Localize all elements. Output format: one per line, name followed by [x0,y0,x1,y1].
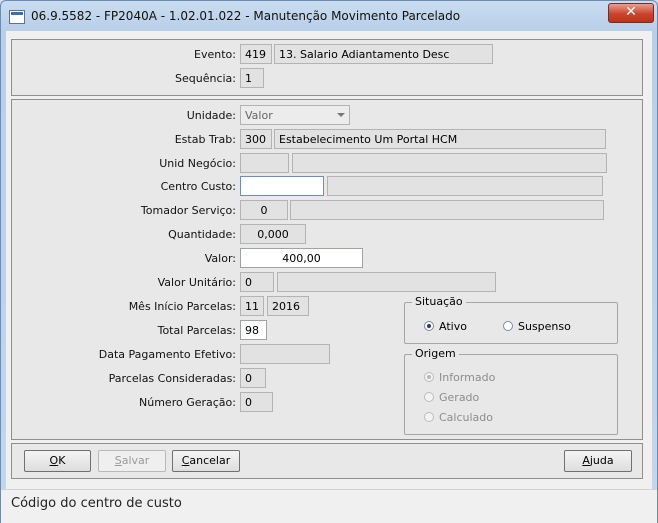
origem-group: Origem Informado Gerado Calculado [404,347,618,435]
radio-suspenso-label: Suspenso [518,320,571,333]
unidade-select[interactable]: Valor [240,105,350,125]
salvar-button-label: alvar [121,454,150,467]
button-bar: OK Salvar Cancelar Ajuda [11,443,643,479]
unidade-label: Unidade: [186,109,236,122]
radio-calculado-indicator [424,412,434,422]
unid-negocio-desc-field [292,153,607,173]
total-parcelas-label: Total Parcelas: [157,324,236,337]
ajuda-button[interactable]: Ajuda [564,450,632,472]
radio-calculado-label: Calculado [439,411,494,424]
status-bar: Código do centro de custo [1,489,657,523]
close-button[interactable]: ✕ [608,3,654,23]
mes-inicio-year-field[interactable]: 2016 [267,296,309,316]
close-icon: ✕ [625,4,637,20]
dialog-window: 06.9.5582 - FP2040A - 1.02.01.022 - Manu… [0,0,658,523]
window-icon [9,10,25,24]
mes-inicio-month-field[interactable]: 11 [240,296,264,316]
cancelar-button-label: ancelar [189,454,231,467]
ok-button[interactable]: OK [24,450,91,472]
evento-desc-field: 13. Salario Adiantamento Desc [274,44,493,64]
ajuda-button-label: juda [589,454,614,467]
radio-ativo-indicator [424,321,434,331]
ajuda-button-accesskey: A [582,454,590,467]
valor-unitario-extra-field [277,272,496,292]
tomador-desc-field [290,200,604,220]
estab-label: Estab Trab: [174,133,236,146]
quantidade-field[interactable]: 0,000 [240,224,306,244]
situacao-group: Situação Ativo Suspenso [404,295,618,344]
parcelas-consideradas-label: Parcelas Consideradas: [108,372,236,385]
valor-unitario-label: Valor Unitário: [157,276,236,289]
data-pagamento-field[interactable] [240,344,330,364]
valor-field[interactable]: 400,00 [240,248,363,268]
status-text: Código do centro de custo [11,496,182,511]
tomador-label: Tomador Serviço: [140,204,236,217]
radio-gerado-indicator [424,392,434,402]
total-parcelas-field[interactable]: 98 [240,320,267,340]
dialog-body: Evento: 419 13. Salario Adiantamento Des… [6,31,652,516]
window-title: 06.9.5582 - FP2040A - 1.02.01.022 - Manu… [31,9,461,23]
cancelar-button[interactable]: Cancelar [172,450,240,472]
estab-code-field[interactable]: 300 [240,129,272,149]
evento-label: Evento: [194,48,236,61]
origem-title: Origem [412,347,459,360]
centro-custo-label: Centro Custo: [160,180,236,193]
parcelas-consideradas-field[interactable]: 0 [240,368,266,388]
title-bar[interactable]: 06.9.5582 - FP2040A - 1.02.01.022 - Manu… [1,1,657,31]
sequencia-label: Sequência: [175,72,236,85]
valor-unitario-field[interactable]: 0 [240,272,274,292]
numero-geracao-field[interactable]: 0 [240,392,273,412]
situacao-title: Situação [412,295,466,308]
ok-button-accesskey: O [49,454,59,467]
radio-suspenso-indicator [503,321,513,331]
valor-label: Valor: [204,252,236,265]
tomador-code-field[interactable]: 0 [240,200,288,220]
ok-button-label: K [58,454,66,467]
radio-informado-label: Informado [439,371,496,384]
sequencia-field[interactable]: 1 [240,68,264,88]
radio-informado-indicator [424,372,434,382]
header-panel: Evento: 419 13. Salario Adiantamento Des… [11,39,643,96]
unid-negocio-label: Unid Negócio: [159,157,236,170]
numero-geracao-label: Número Geração: [139,396,236,409]
salvar-button[interactable]: Salvar [98,450,166,472]
radio-ativo-label: Ativo [439,320,467,333]
centro-custo-code-field[interactable] [240,176,324,196]
salvar-button-accesskey: S [114,454,122,467]
quantidade-label: Quantidade: [168,228,236,241]
centro-custo-desc-field [327,176,603,196]
evento-code-field[interactable]: 419 [240,44,272,64]
unid-negocio-code-field[interactable] [240,153,289,173]
main-form-panel: Unidade: Valor Estab Trab: 300 Estabelec… [11,99,643,440]
radio-gerado-label: Gerado [439,391,480,404]
data-pagamento-label: Data Pagamento Efetivo: [98,348,236,361]
chevron-down-icon [337,113,345,117]
unidade-select-value: Valor [245,109,273,122]
mes-inicio-label: Mês Início Parcelas: [128,300,236,313]
estab-desc-field: Estabelecimento Um Portal HCM [274,129,606,149]
